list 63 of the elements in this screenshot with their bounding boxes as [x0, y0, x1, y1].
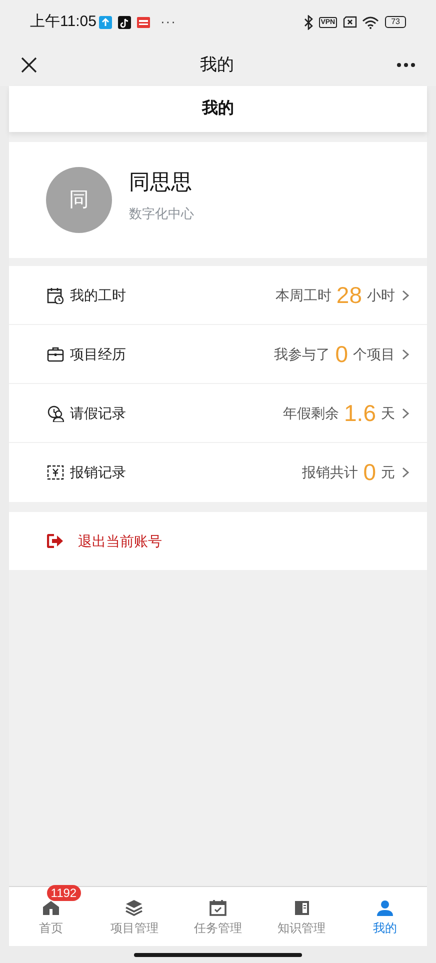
- expense-icon: [47, 464, 64, 481]
- menu-row[interactable]: 请假记录 年假剩余 1.6 天: [9, 384, 427, 443]
- stat-label: 本周工时: [275, 286, 332, 304]
- tab-label: 知识管理: [278, 920, 326, 937]
- tab-item[interactable]: 知识管理: [260, 887, 344, 946]
- tab-label: 任务管理: [194, 920, 242, 937]
- chevron-right-icon: [402, 290, 409, 300]
- notification-badge: 1192: [46, 885, 81, 901]
- menu-label: 项目经历: [70, 344, 126, 364]
- close-icon[interactable]: [20, 56, 38, 74]
- no-sim-icon: [343, 16, 358, 28]
- menu-label: 请假记录: [70, 404, 126, 422]
- upload-app-icon: [99, 16, 112, 28]
- logout-label: 退出当前账号: [78, 532, 162, 550]
- bluetooth-icon: [304, 14, 313, 30]
- department: 数字化中心: [129, 205, 194, 223]
- chevron-right-icon: [402, 408, 409, 418]
- projects-icon: [47, 346, 64, 362]
- news-app-icon: [137, 16, 150, 28]
- menu-row[interactable]: 我的工时 本周工时 28 小时: [9, 266, 427, 325]
- tab-label: 项目管理: [110, 920, 158, 937]
- status-time: 上午11:05: [30, 12, 96, 32]
- stat-label: 报销共计: [302, 463, 358, 482]
- book-icon: [292, 899, 311, 916]
- wifi-icon: [362, 16, 380, 28]
- more-icon[interactable]: [396, 62, 416, 68]
- leave-icon: [47, 404, 64, 422]
- more-notifications: ···: [160, 13, 176, 32]
- menu-row[interactable]: 项目经历 我参与了 0 个项目: [9, 325, 427, 384]
- stat-label: 年假剩余: [283, 404, 340, 422]
- stat-unit: 小时: [367, 286, 395, 304]
- chevron-right-icon: [402, 467, 409, 478]
- menu-label: 我的工时: [70, 286, 126, 304]
- logout-button[interactable]: 退出当前账号: [9, 512, 427, 570]
- user-name: 同思思: [129, 170, 193, 196]
- tab-label: 我的: [373, 920, 398, 937]
- nav-title: 我的: [199, 54, 235, 76]
- avatar: 同: [46, 167, 112, 233]
- stat-unit: 天: [381, 404, 395, 422]
- tab-item[interactable]: 项目管理: [92, 887, 176, 946]
- stat-value: 0: [335, 342, 348, 366]
- person-icon: [376, 899, 394, 916]
- tab-item[interactable]: 首页 1192: [9, 887, 93, 946]
- tab-item[interactable]: 任务管理: [176, 887, 260, 946]
- menu-row[interactable]: 报销记录 报销共计 0 元: [9, 443, 427, 502]
- stat-value: 0: [363, 461, 376, 484]
- music-app-icon: [118, 16, 132, 28]
- tab-item[interactable]: 我的: [343, 887, 427, 946]
- stat-label: 我参与了: [274, 344, 330, 364]
- hours-icon: [47, 286, 64, 304]
- tab-label: 首页: [38, 920, 63, 937]
- menu-label: 报销记录: [70, 463, 126, 482]
- layers-icon: [125, 899, 144, 916]
- stat-value: 28: [336, 284, 362, 306]
- page-title: 我的: [9, 86, 427, 132]
- stat-unit: 元: [381, 463, 395, 482]
- home-icon: [42, 899, 60, 916]
- stat-value: 1.6: [344, 402, 376, 424]
- chevron-right-icon: [402, 348, 409, 360]
- calendar-check-icon: [208, 899, 227, 916]
- stat-unit: 个项目: [353, 344, 395, 364]
- logout-icon: [47, 534, 64, 548]
- battery-indicator: 73: [385, 16, 406, 28]
